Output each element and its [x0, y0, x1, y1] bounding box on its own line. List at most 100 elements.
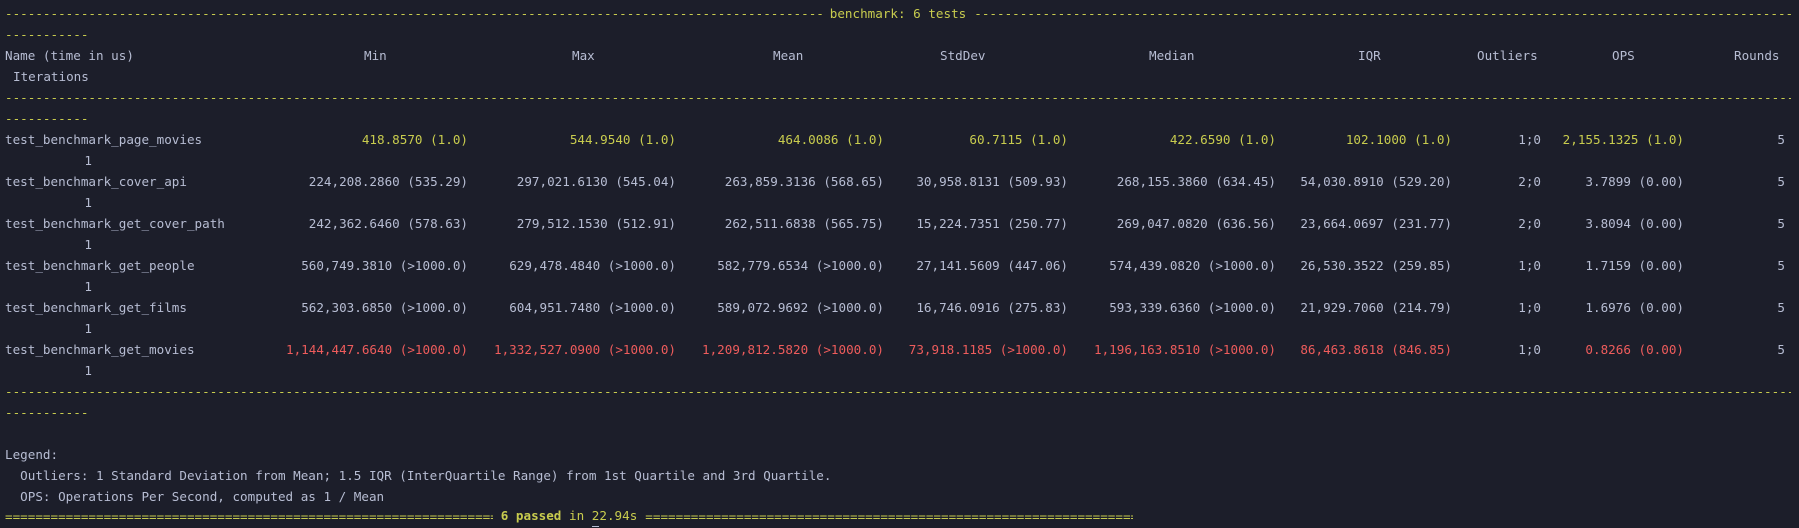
row-stddev: 60.7115 (1.0): [969, 132, 1068, 147]
row-rounds: 5: [1777, 216, 1785, 231]
row-stddev: 27,141.5609 (447.06): [916, 258, 1068, 273]
summary-duration: 2.94s: [599, 508, 638, 523]
row-stddev: 16,746.0916 (275.83): [916, 300, 1068, 315]
table-row-wrap: 1: [0, 192, 1799, 213]
column-max: Max: [572, 48, 595, 63]
summary-in: in: [569, 508, 585, 523]
summary-equals-left: [5, 506, 493, 527]
table-row: test_benchmark_get_movies 1,144,447.6640 …: [0, 339, 1799, 360]
column-median: Median: [1149, 48, 1195, 63]
row-outliers: 1;0: [1518, 132, 1541, 147]
table-separator-bottom: [5, 381, 1791, 402]
table-row-wrap: 1: [0, 276, 1799, 297]
row-min: 562,303.6850 (>1000.0): [301, 300, 468, 315]
separator-dashes-right: [974, 3, 1791, 24]
row-iterations: 1: [84, 195, 92, 210]
row-outliers: 1;0: [1518, 258, 1541, 273]
row-mean: 262,511.6838 (565.75): [724, 216, 884, 231]
row-rounds: 5: [1777, 300, 1785, 315]
row-median: 422.6590 (1.0): [1169, 132, 1276, 147]
row-outliers: 2;0: [1518, 174, 1541, 189]
row-stddev: 73,918.1185 (>1000.0): [908, 342, 1068, 357]
terminal-window: benchmark: 6 tests ----------- Name (tim…: [0, 0, 1799, 528]
summary-text: 6 passed in 22.94s: [493, 506, 646, 527]
column-ops: OPS: [1612, 48, 1635, 63]
table-row: test_benchmark_page_movies 418.8570 (1.0)…: [0, 129, 1799, 150]
row-median: 593,339.6360 (>1000.0): [1109, 300, 1276, 315]
row-median: 574,439.0820 (>1000.0): [1109, 258, 1276, 273]
row-iterations: 1: [84, 321, 92, 336]
row-iqr: 23,664.0697 (231.77): [1300, 216, 1452, 231]
row-mean: 263,859.3136 (568.65): [724, 174, 884, 189]
row-iterations: 1: [84, 363, 92, 378]
legend-title: Legend:: [5, 447, 59, 462]
row-median: 1,196,163.8510 (>1000.0): [1094, 342, 1276, 357]
row-rounds: 5: [1777, 174, 1785, 189]
row-test-name: test_benchmark_cover_api: [5, 174, 187, 189]
row-median: 268,155.3860 (634.45): [1116, 174, 1276, 189]
table-row-wrap: 1: [0, 360, 1799, 381]
row-median: 269,047.0820 (636.56): [1116, 216, 1276, 231]
row-iterations: 1: [84, 237, 92, 252]
summary-equals-right: [645, 506, 1133, 527]
row-ops: 3.7899 (0.00): [1585, 174, 1684, 189]
header-separator: benchmark: 6 tests: [5, 3, 1791, 24]
row-ops: 3.8094 (0.00): [1585, 216, 1684, 231]
row-mean: 464.0086 (1.0): [777, 132, 884, 147]
row-test-name: test_benchmark_get_films: [5, 300, 187, 315]
column-iterations: Iterations: [13, 69, 89, 84]
row-stddev: 15,224.7351 (250.77): [916, 216, 1068, 231]
row-ops: 0.8266 (0.00): [1585, 342, 1684, 357]
row-stddev: 30,958.8131 (509.93): [916, 174, 1068, 189]
column-mean: Mean: [773, 48, 804, 63]
row-max: 629,478.4840 (>1000.0): [509, 258, 676, 273]
row-iqr: 102.1000 (1.0): [1345, 132, 1452, 147]
table-separator-top-wrap: -----------: [5, 111, 89, 126]
row-min: 242,362.6460 (578.63): [308, 216, 468, 231]
column-iqr: IQR: [1358, 48, 1381, 63]
table-row: test_benchmark_get_films 562,303.6850 (>1…: [0, 297, 1799, 318]
column-min: Min: [364, 48, 387, 63]
row-iqr: 21,929.7060 (214.79): [1300, 300, 1452, 315]
row-iterations: 1: [84, 153, 92, 168]
table-row: test_benchmark_get_people 560,749.3810 (>…: [0, 255, 1799, 276]
table-separator-top: [5, 87, 1791, 108]
row-min: 560,749.3810 (>1000.0): [301, 258, 468, 273]
table-row-wrap: 1: [0, 150, 1799, 171]
row-max: 1,332,527.0900 (>1000.0): [494, 342, 676, 357]
row-iqr: 54,030.8910 (529.20): [1300, 174, 1452, 189]
row-ops: 1.6976 (0.00): [1585, 300, 1684, 315]
row-test-name: test_benchmark_page_movies: [5, 132, 203, 147]
table-row: test_benchmark_get_cover_path 242,362.646…: [0, 213, 1799, 234]
separator-dashes-left: [5, 3, 822, 24]
row-test-name: test_benchmark_get_movies: [5, 342, 195, 357]
table-row: test_benchmark_cover_api 224,208.2860 (53…: [0, 171, 1799, 192]
column-name: Name (time in us): [5, 48, 134, 63]
header-separator-wrap: -----------: [5, 27, 89, 42]
row-mean: 582,779.6534 (>1000.0): [717, 258, 884, 273]
row-max: 297,021.6130 (545.04): [516, 174, 676, 189]
table-row-wrap: 1: [0, 234, 1799, 255]
row-min: 224,208.2860 (535.29): [308, 174, 468, 189]
row-outliers: 1;0: [1518, 300, 1541, 315]
row-outliers: 1;0: [1518, 342, 1541, 357]
row-ops: 2,155.1325 (1.0): [1562, 132, 1684, 147]
row-iqr: 86,463.8618 (846.85): [1300, 342, 1452, 357]
row-max: 279,512.1530 (512.91): [516, 216, 676, 231]
row-iqr: 26,530.3522 (259.85): [1300, 258, 1452, 273]
row-mean: 589,072.9692 (>1000.0): [717, 300, 884, 315]
row-rounds: 5: [1777, 132, 1785, 147]
row-rounds: 5: [1777, 342, 1785, 357]
row-outliers: 2;0: [1518, 216, 1541, 231]
column-outliers: Outliers: [1477, 48, 1538, 63]
column-header-row-wrap: Iterations: [0, 66, 1799, 87]
row-max: 544.9540 (1.0): [569, 132, 676, 147]
column-rounds: Rounds: [1734, 48, 1780, 63]
row-iterations: 1: [84, 279, 92, 294]
legend-ops: OPS: Operations Per Second, computed as …: [5, 489, 385, 504]
table-row-wrap: 1: [0, 318, 1799, 339]
passed-count: 6 passed: [500, 508, 562, 523]
row-test-name: test_benchmark_get_cover_path: [5, 216, 225, 231]
summary-line: 6 passed in 22.94s: [5, 506, 1133, 527]
legend-outliers: Outliers: 1 Standard Deviation from Mean…: [5, 468, 832, 483]
